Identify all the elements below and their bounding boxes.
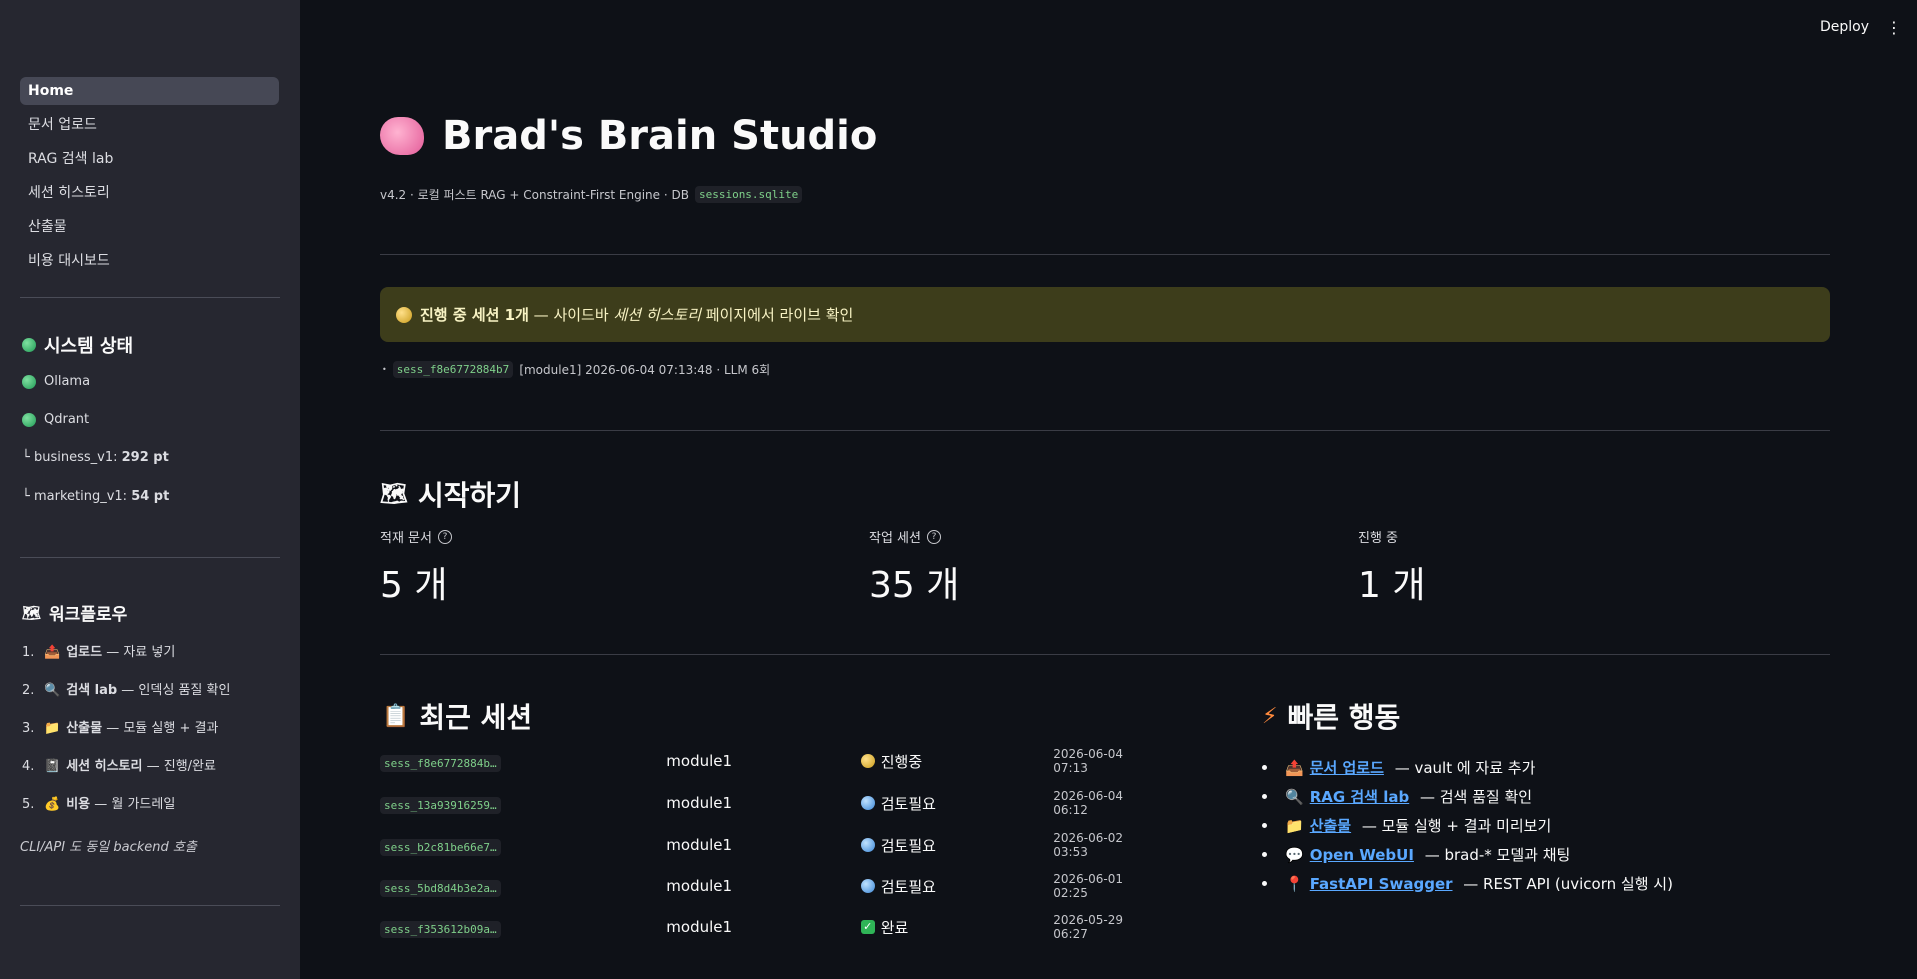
fastapi-swagger-link[interactable]: FastAPI Swagger [1310, 875, 1453, 893]
magnifier-icon: 🔍 [1285, 787, 1304, 806]
deploy-button[interactable]: Deploy [1820, 19, 1869, 35]
db-name-code: sessions.sqlite [694, 186, 803, 203]
outputs-link[interactable]: 산출물 [1310, 815, 1351, 836]
green-circle-icon [22, 338, 36, 352]
money-bag-icon: 💰 [44, 797, 61, 812]
sidebar-item-upload[interactable]: 문서 업로드 [20, 111, 279, 139]
metric-sessions: 작업 세션? 35 개 [869, 529, 960, 606]
pin-icon: 📍 [1285, 874, 1304, 893]
quick-actions-heading: ⚡ 빠른 행동 [1262, 701, 1401, 734]
upload-link[interactable]: 문서 업로드 [1310, 757, 1384, 778]
workflow-item: 4. 📓 세션 히스토리 — 진행/완료 [22, 754, 292, 792]
world-map-icon: 🗺 [380, 481, 408, 507]
page-title: Brad's Brain Studio [380, 113, 877, 159]
workflow-item: 5. 💰 비용 — 월 가드레일 [22, 792, 292, 830]
lightning-icon: ⚡ [1262, 703, 1278, 729]
list-item: 📤 문서 업로드 — vault 에 자료 추가 [1262, 753, 1822, 782]
recent-sessions-heading: 📋 최근 세션 [382, 701, 533, 734]
sidebar-item-home[interactable]: Home [20, 77, 279, 105]
workflow-list: 1. 📤 업로드 — 자료 넣기 2. 🔍 검색 lab — 인덱싱 품질 확인… [22, 640, 292, 830]
status-ollama: Ollama [22, 374, 90, 389]
clipboard-icon: 📋 [382, 703, 410, 729]
sidebar-item-rag-lab[interactable]: RAG 검색 lab [20, 145, 279, 173]
workflow-item: 2. 🔍 검색 lab — 인덱싱 품질 확인 [22, 678, 292, 716]
getting-started-heading: 🗺 시작하기 [380, 479, 521, 512]
divider [380, 430, 1830, 431]
table-row[interactable]: sess_f353612b09a… module1 ✓ 완료 2026-05-29… [380, 913, 1160, 941]
collection-business: └ business_v1: 292 pt [22, 450, 169, 465]
metric-in-progress: 진행 중 1 개 [1358, 531, 1426, 606]
magnifier-icon: 🔍 [44, 683, 61, 698]
help-icon[interactable]: ? [926, 529, 941, 544]
sidebar-divider [20, 297, 280, 298]
workflow-item: 1. 📤 업로드 — 자료 넣기 [22, 640, 292, 678]
sidebar: Home 문서 업로드 RAG 검색 lab 세션 히스토리 산출물 비용 대시… [0, 0, 300, 979]
sidebar-item-cost-dashboard[interactable]: 비용 대시보드 [20, 247, 279, 275]
rag-lab-link[interactable]: RAG 검색 lab [1310, 786, 1410, 807]
green-circle-icon [22, 412, 36, 427]
list-item: 🔍 RAG 검색 lab — 검색 품질 확인 [1262, 782, 1822, 811]
table-row[interactable]: sess_13a93916259… module1 검토필요 2026-06-0… [380, 789, 1160, 817]
table-row[interactable]: sess_b2c81be66e7… module1 검토필요 2026-06-0… [380, 831, 1160, 859]
world-map-icon: 🗺 [22, 603, 42, 622]
bullet: • [382, 365, 387, 374]
magnifier-icon [860, 838, 875, 852]
magnifier-icon [860, 879, 875, 893]
session-id-code: sess_f8e6772884b7 [392, 361, 514, 378]
yellow-circle-icon [396, 306, 412, 323]
speech-bubble-icon: 💬 [1285, 845, 1304, 864]
folder-icon: 📁 [1285, 816, 1304, 835]
divider [380, 654, 1830, 655]
yellow-circle-icon [860, 754, 875, 768]
help-icon[interactable]: ? [437, 529, 452, 544]
page-subtitle: v4.2 · 로컬 퍼스트 RAG + Constraint-First Eng… [380, 186, 803, 203]
quick-actions-list: 📤 문서 업로드 — vault 에 자료 추가 🔍 RAG 검색 lab — … [1262, 753, 1822, 898]
workflow-item: 3. 📁 산출물 — 모듈 실행 + 결과 [22, 716, 292, 754]
table-row[interactable]: sess_f8e6772884b… module1 진행중 2026-06-04… [380, 747, 1160, 775]
notebook-icon: 📓 [44, 759, 61, 774]
workflow-footer: CLI/API 도 동일 backend 호출 [20, 840, 197, 855]
sidebar-item-outputs[interactable]: 산출물 [20, 213, 279, 241]
check-box-icon: ✓ [860, 920, 875, 934]
workflow-heading: 🗺 워크플로우 [22, 603, 128, 626]
sidebar-nav: Home 문서 업로드 RAG 검색 lab 세션 히스토리 산출물 비용 대시… [20, 77, 279, 281]
list-item: 💬 Open WebUI — brad-* 모델과 채팅 [1262, 840, 1822, 869]
table-row[interactable]: sess_5bd8d4b3e2a… module1 검토필요 2026-06-0… [380, 872, 1160, 900]
list-item: 📁 산출물 — 모듈 실행 + 결과 미리보기 [1262, 811, 1822, 840]
status-qdrant: Qdrant [22, 412, 89, 427]
sidebar-divider [20, 905, 280, 906]
open-webui-link[interactable]: Open WebUI [1310, 846, 1414, 864]
list-item: 📍 FastAPI Swagger — REST API (uvicorn 실행… [1262, 869, 1822, 898]
folder-icon: 📁 [44, 721, 61, 736]
collection-marketing: └ marketing_v1: 54 pt [22, 489, 170, 504]
divider [380, 254, 1830, 255]
active-session-line: • sess_f8e6772884b7 [module1] 2026-06-04… [382, 361, 771, 378]
active-session-alert: 진행 중 세션 1개 — 사이드바 세션 히스토리 페이지에서 라이브 확인 [380, 287, 1830, 342]
metric-documents: 적재 문서? 5 개 [380, 527, 452, 608]
system-status-heading: 시스템 상태 [22, 332, 133, 358]
sidebar-item-session-history[interactable]: 세션 히스토리 [20, 179, 279, 207]
sidebar-divider [20, 557, 280, 558]
main-menu-icon[interactable]: ⋮ [1886, 18, 1902, 37]
magnifier-icon [860, 796, 875, 810]
outbox-icon: 📤 [1285, 758, 1304, 777]
green-circle-icon [22, 374, 36, 389]
brain-icon [380, 117, 424, 155]
outbox-icon: 📤 [44, 645, 61, 660]
